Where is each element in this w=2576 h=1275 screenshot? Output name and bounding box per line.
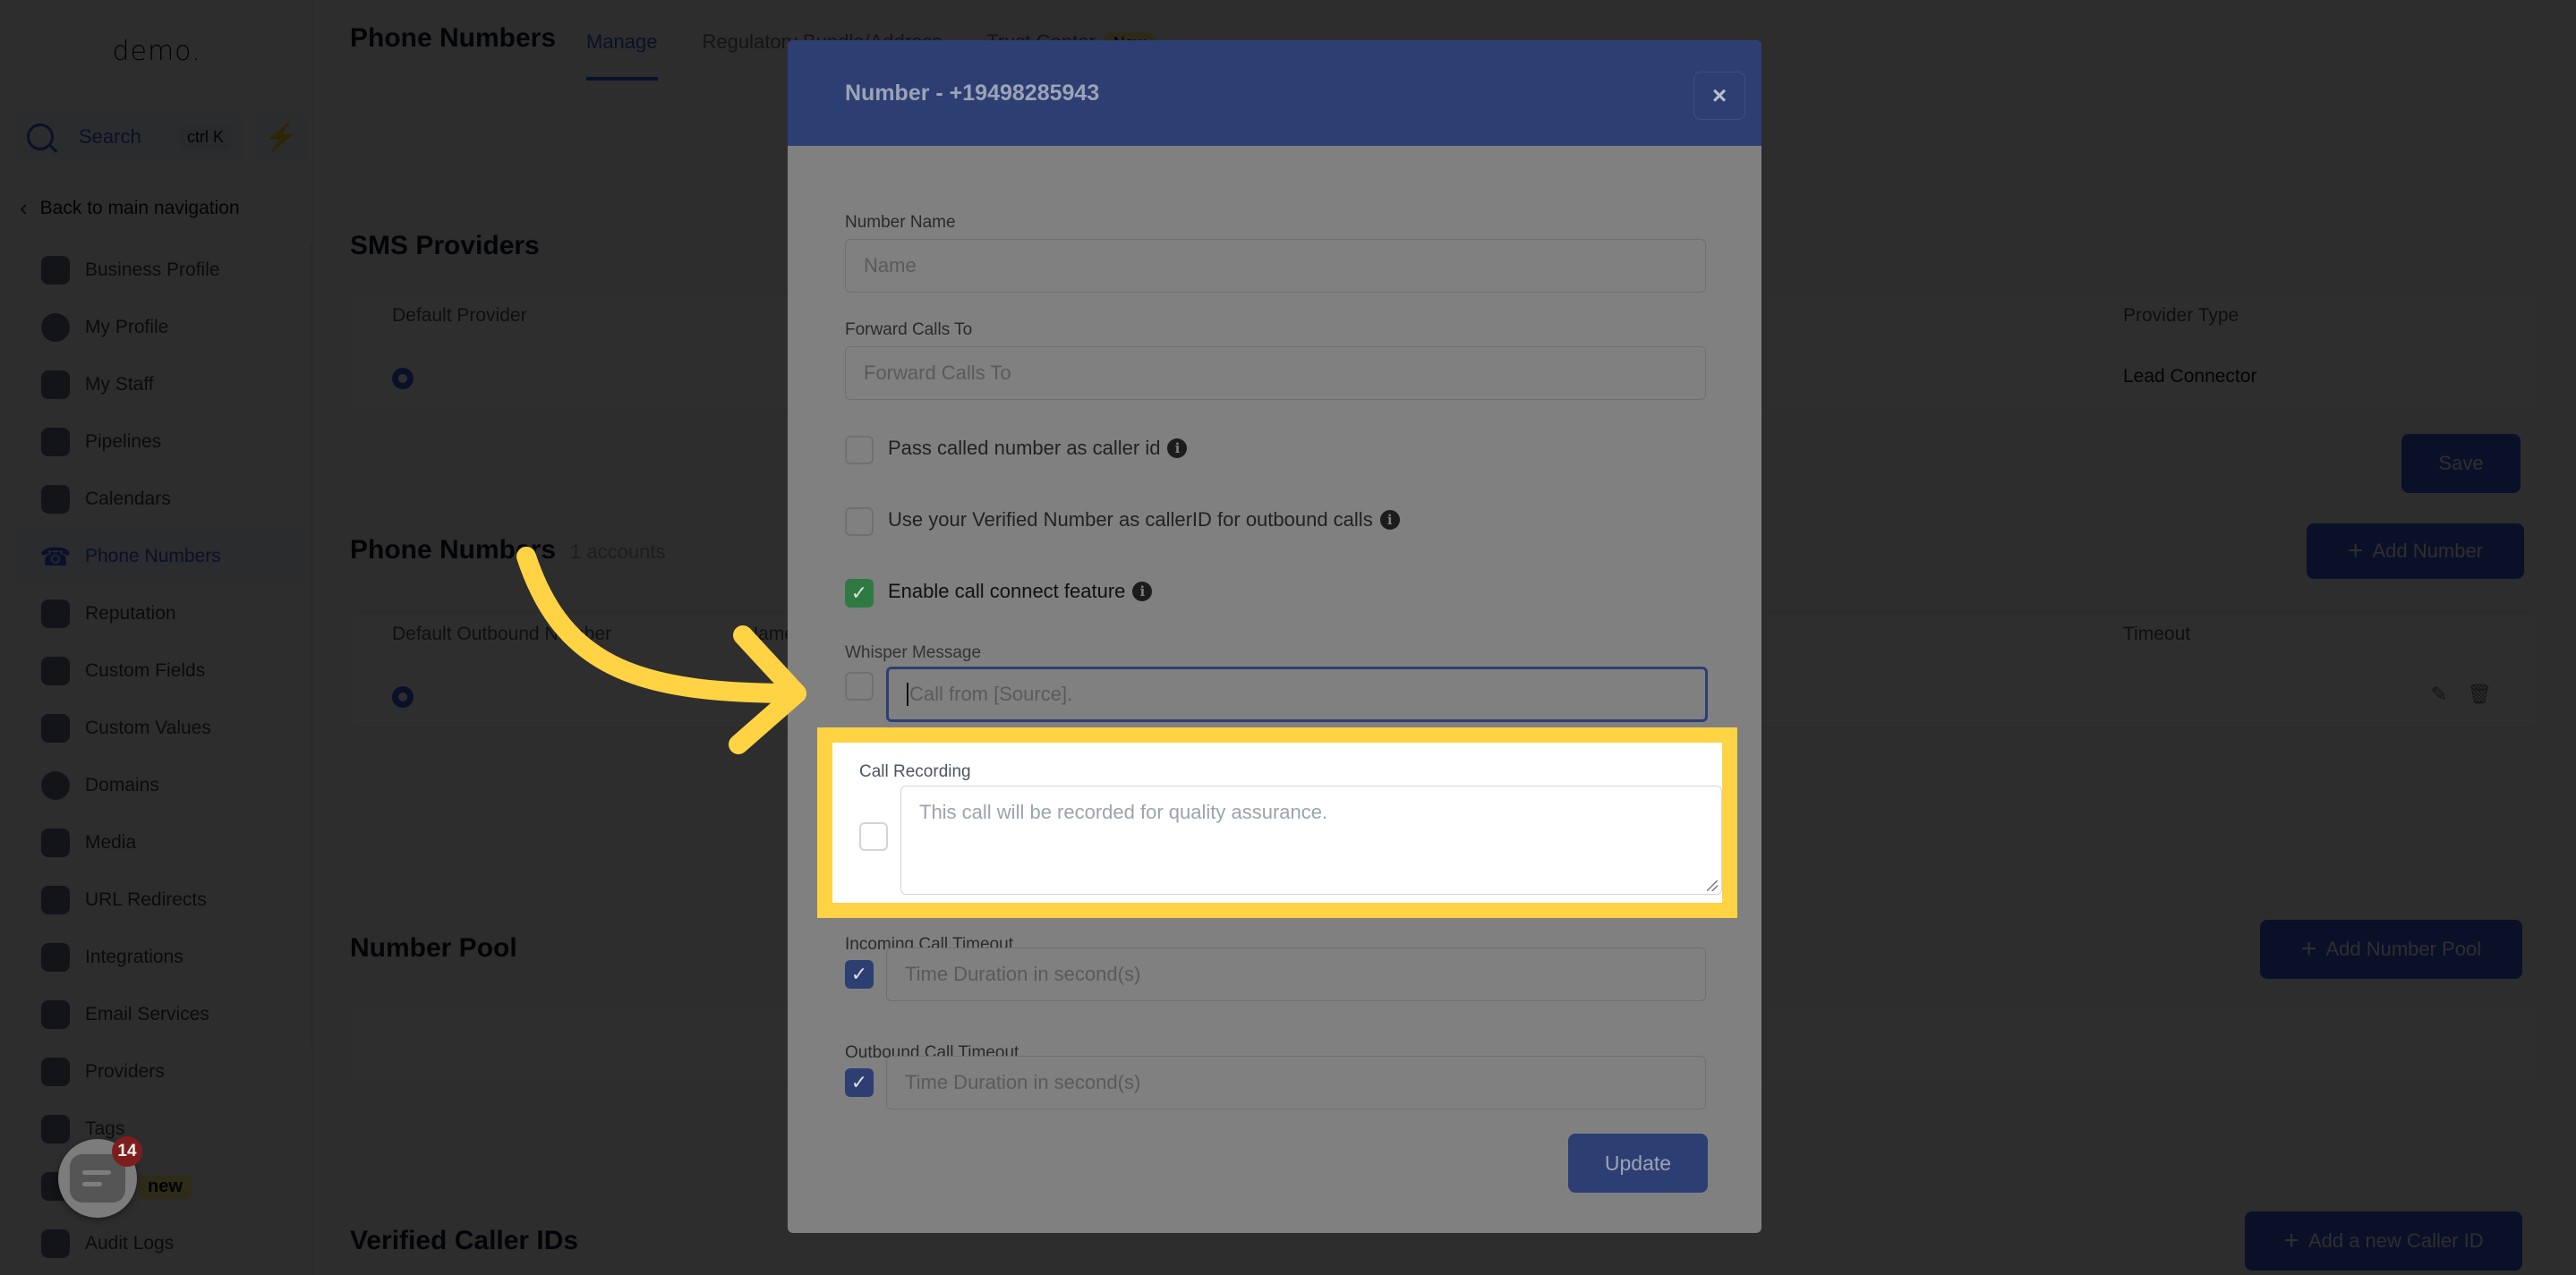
forward-calls-label: Forward Calls To bbox=[845, 320, 973, 339]
resize-handle[interactable] bbox=[1707, 880, 1718, 891]
call-recording-highlight: Call Recording This call will be recorde… bbox=[817, 727, 1737, 918]
use-verified-number-row: Use your Verified Number as callerID for… bbox=[888, 508, 1400, 531]
number-name-input[interactable]: Name bbox=[845, 239, 1706, 293]
whisper-message-label: Whisper Message bbox=[845, 643, 982, 662]
call-recording-label: Call Recording bbox=[859, 762, 971, 781]
incoming-timeout-checkbox[interactable]: ✓ bbox=[845, 960, 874, 989]
use-verified-number-checkbox[interactable] bbox=[845, 507, 874, 536]
checkbox-label: Pass called number as caller id bbox=[888, 437, 1161, 459]
outbound-timeout-input[interactable]: Time Duration in second(s) bbox=[886, 1056, 1706, 1109]
call-recording-textarea[interactable]: This call will be recorded for quality a… bbox=[900, 786, 1722, 895]
text-caret bbox=[907, 683, 908, 706]
number-name-label: Number Name bbox=[845, 213, 956, 232]
enable-call-connect-row: Enable call connect feature i bbox=[888, 580, 1153, 603]
check-icon: ✓ bbox=[850, 582, 868, 604]
check-icon: ✓ bbox=[850, 1071, 868, 1093]
textarea-placeholder: This call will be recorded for quality a… bbox=[919, 801, 1328, 823]
arrow-shaft bbox=[516, 547, 806, 703]
info-icon[interactable]: i bbox=[1132, 582, 1153, 601]
checkbox-label: Use your Verified Number as callerID for… bbox=[888, 508, 1373, 531]
outbound-timeout-checkbox[interactable]: ✓ bbox=[845, 1068, 874, 1097]
checkbox-label: Enable call connect feature bbox=[888, 580, 1126, 602]
modal-title: Number - +19498285943 bbox=[845, 80, 1100, 106]
info-icon[interactable]: i bbox=[1167, 438, 1188, 458]
whisper-message-input[interactable]: Call from [Source]. bbox=[886, 667, 1708, 722]
edit-number-modal: Number - +19498285943 × Number Name Name… bbox=[788, 40, 1761, 1233]
forward-calls-input[interactable]: Forward Calls To bbox=[845, 346, 1706, 400]
enable-call-connect-checkbox[interactable]: ✓ bbox=[845, 579, 874, 608]
input-placeholder: Call from [Source]. bbox=[909, 683, 1073, 705]
pass-called-number-checkbox[interactable] bbox=[845, 436, 874, 464]
whisper-message-checkbox[interactable] bbox=[845, 672, 874, 701]
call-recording-checkbox[interactable] bbox=[859, 822, 888, 851]
annotation-arrow bbox=[516, 547, 806, 754]
pass-called-number-row: Pass called number as caller id i bbox=[888, 437, 1188, 460]
chat-unread-badge: 14 bbox=[112, 1136, 142, 1167]
modal-header: Number - +19498285943 × bbox=[788, 40, 1761, 146]
info-icon[interactable]: i bbox=[1379, 510, 1400, 530]
close-icon: × bbox=[1711, 81, 1727, 109]
close-button[interactable]: × bbox=[1693, 72, 1745, 120]
update-button[interactable]: Update bbox=[1568, 1134, 1708, 1193]
incoming-timeout-input[interactable]: Time Duration in second(s) bbox=[886, 948, 1706, 1001]
check-icon: ✓ bbox=[850, 963, 868, 985]
